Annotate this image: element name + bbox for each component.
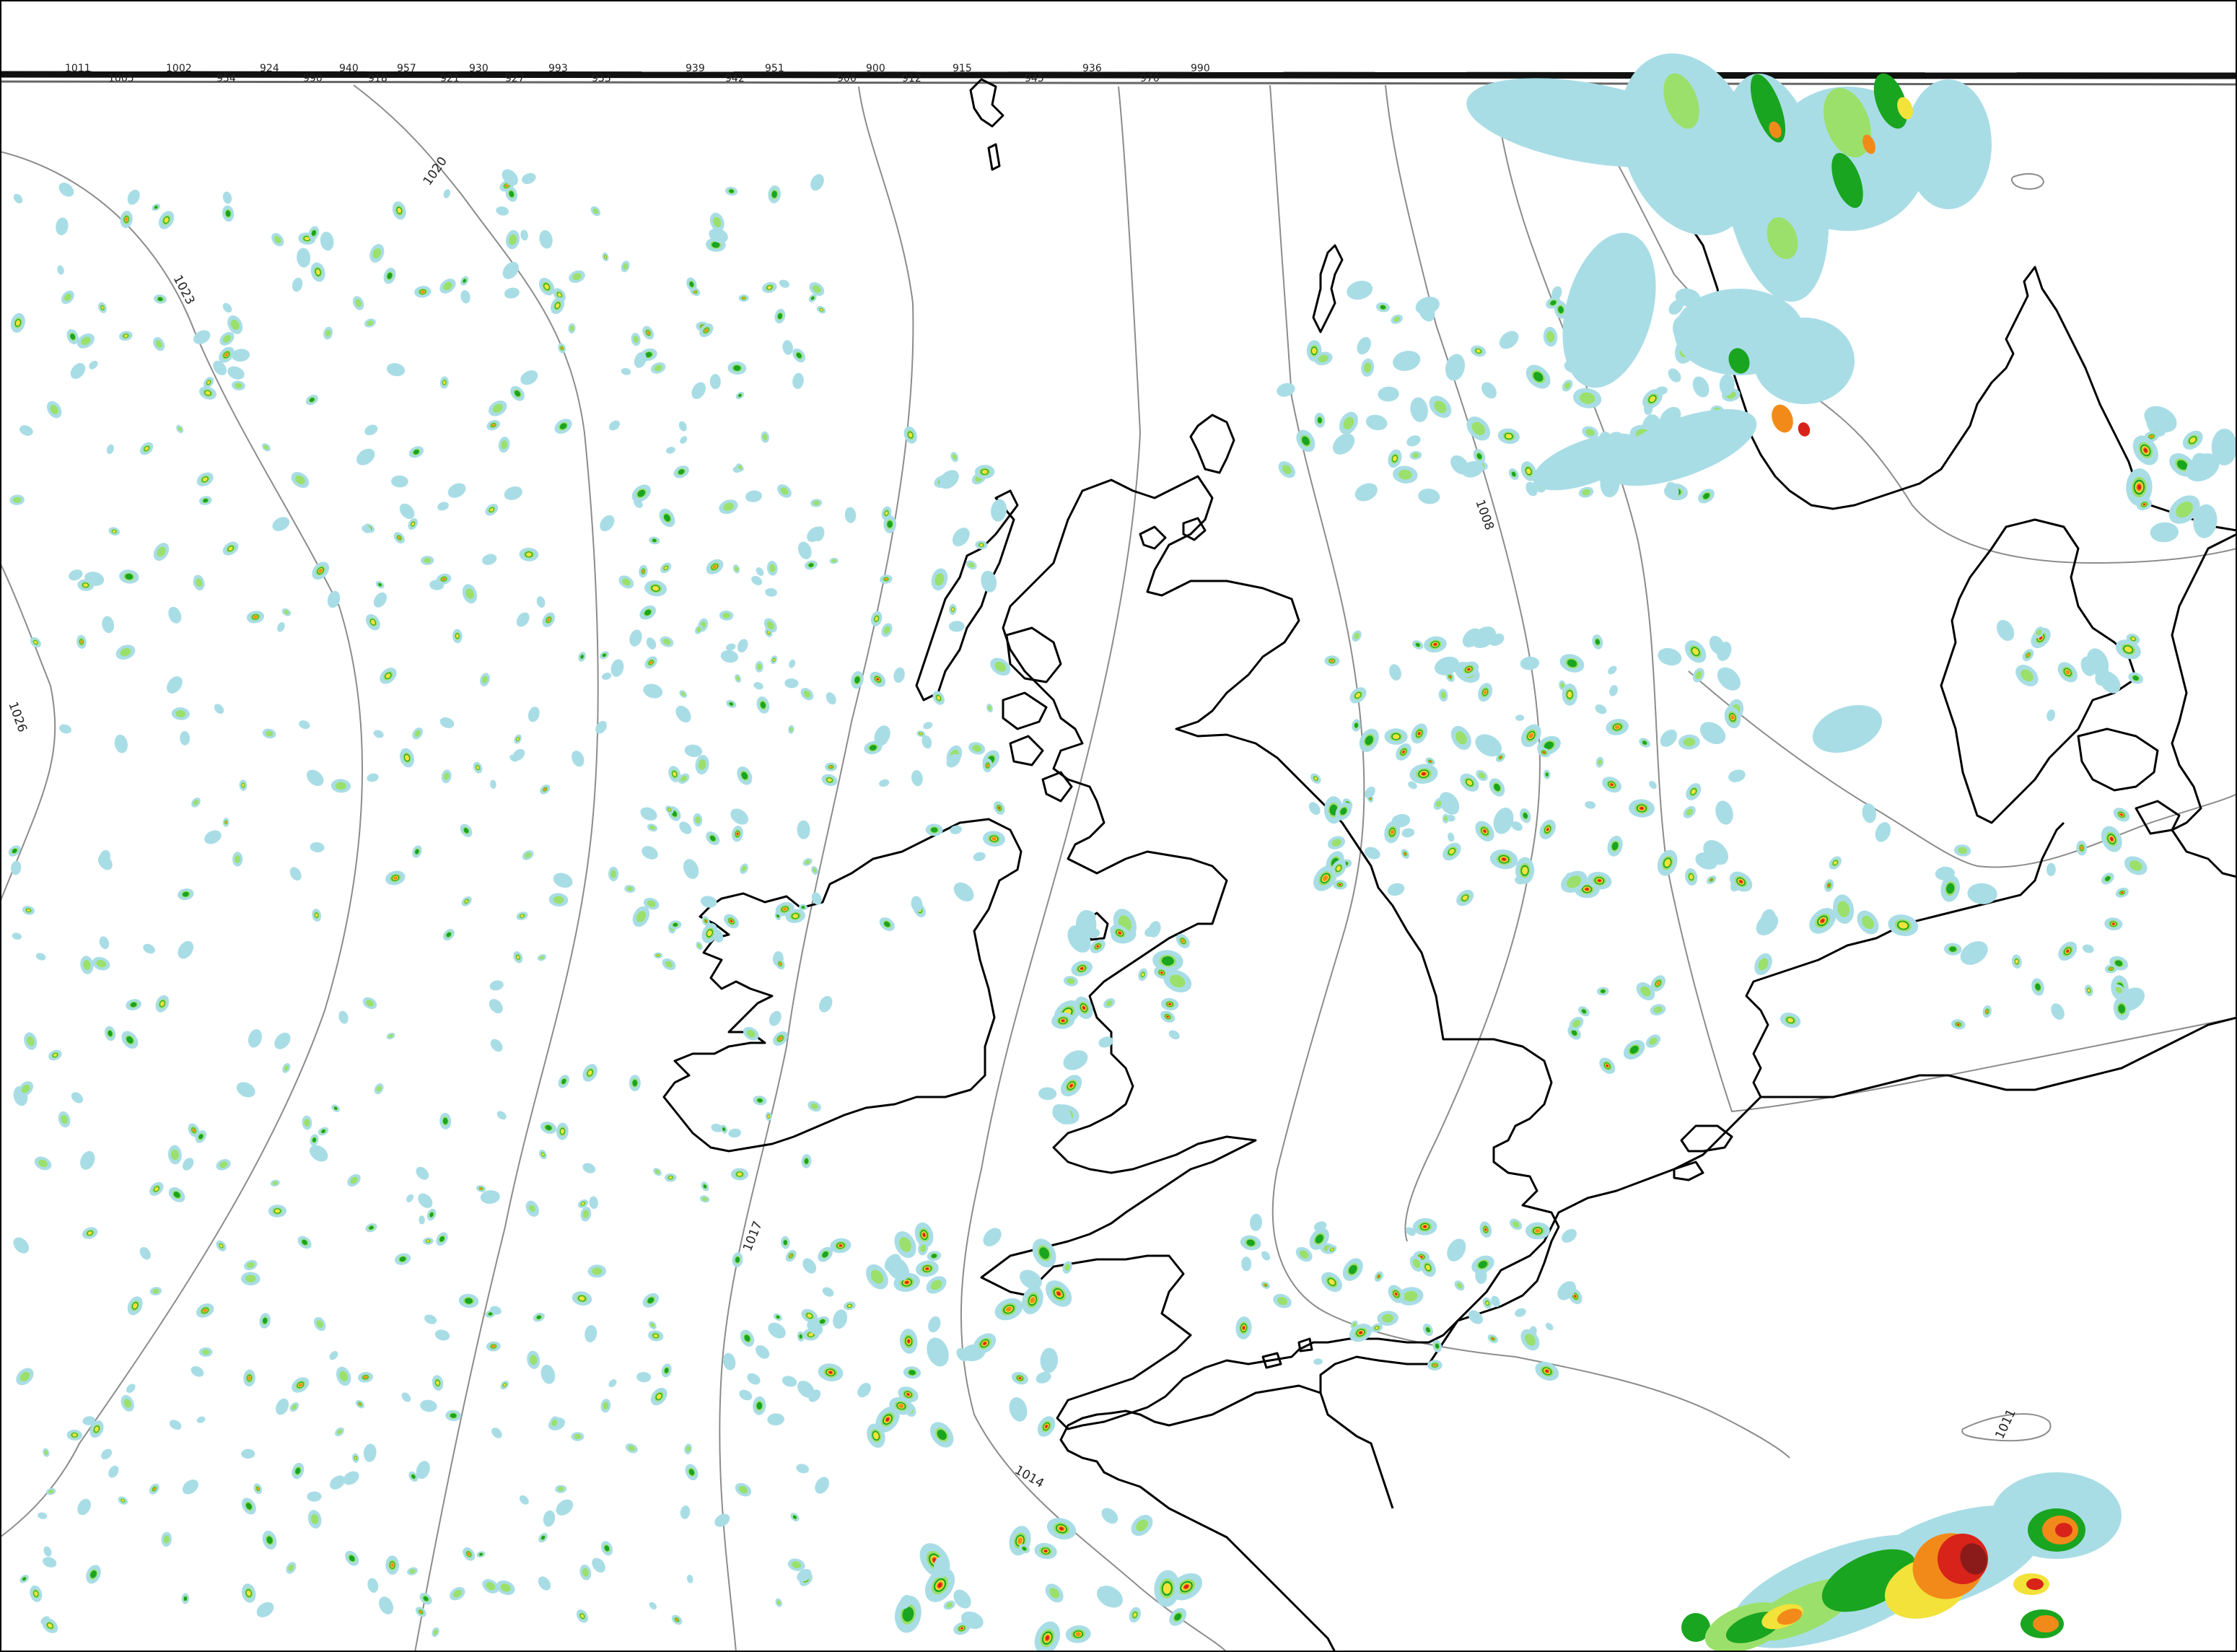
map-frame	[0, 0, 2237, 1652]
